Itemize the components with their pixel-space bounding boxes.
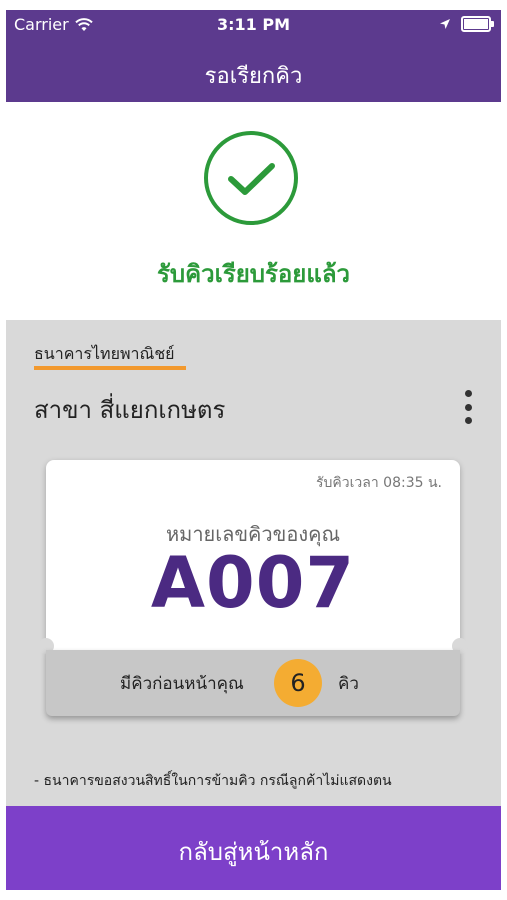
queue-unit-label: คิว [338,674,359,694]
queue-content: ธนาคารไทยพาณิชย์ สาขา สี่แยกเกษตร รับคิว… [6,320,501,806]
status-time: 3:11 PM [216,15,290,34]
bank-name: ธนาคารไทยพาณิชย์ [34,344,175,363]
page-title: รอเรียกคิว [204,64,303,89]
queue-ticket: รับคิวเวลา 08:35 น. หมายเลขคิวของคุณ A00… [38,460,468,654]
success-section: รับคิวเรียบร้อยแล้ว [6,102,501,320]
location-arrow-icon [440,19,450,29]
back-to-home-button[interactable]: กลับสู่หน้าหลัก [6,806,501,890]
app-screen: Carrier 3:11 PM รอเรียกคิว รับคิวเรียบร้… [6,10,501,890]
nav-bar: รอเรียกคิว [6,40,501,102]
queue-ahead-label: มีคิวก่อนหน้าคุณ [120,674,244,694]
branch-name: สาขา สี่แยกเกษตร [34,396,226,424]
queue-number: A007 [150,542,356,624]
success-message: รับคิวเรียบร้อยแล้ว [156,260,351,288]
queue-ahead-bar: มีคิวก่อนหน้าคุณ 6 คิว [46,650,460,716]
bank-name-underline [34,366,186,370]
status-right [439,16,494,32]
queue-ahead-count: 6 [274,659,322,707]
battery-icon [461,16,494,32]
disclaimer-note: - ธนาคารขอสงวนสิทธิ์ในการข้ามคิว กรณีลูก… [34,773,392,789]
ticket-time: รับคิวเวลา 08:35 น. [316,475,442,491]
check-circle-icon [204,131,298,225]
back-to-home-label: กลับสู่หน้าหลัก [178,838,329,866]
more-vertical-icon[interactable] [463,390,473,424]
status-bar: Carrier 3:11 PM [6,10,501,40]
